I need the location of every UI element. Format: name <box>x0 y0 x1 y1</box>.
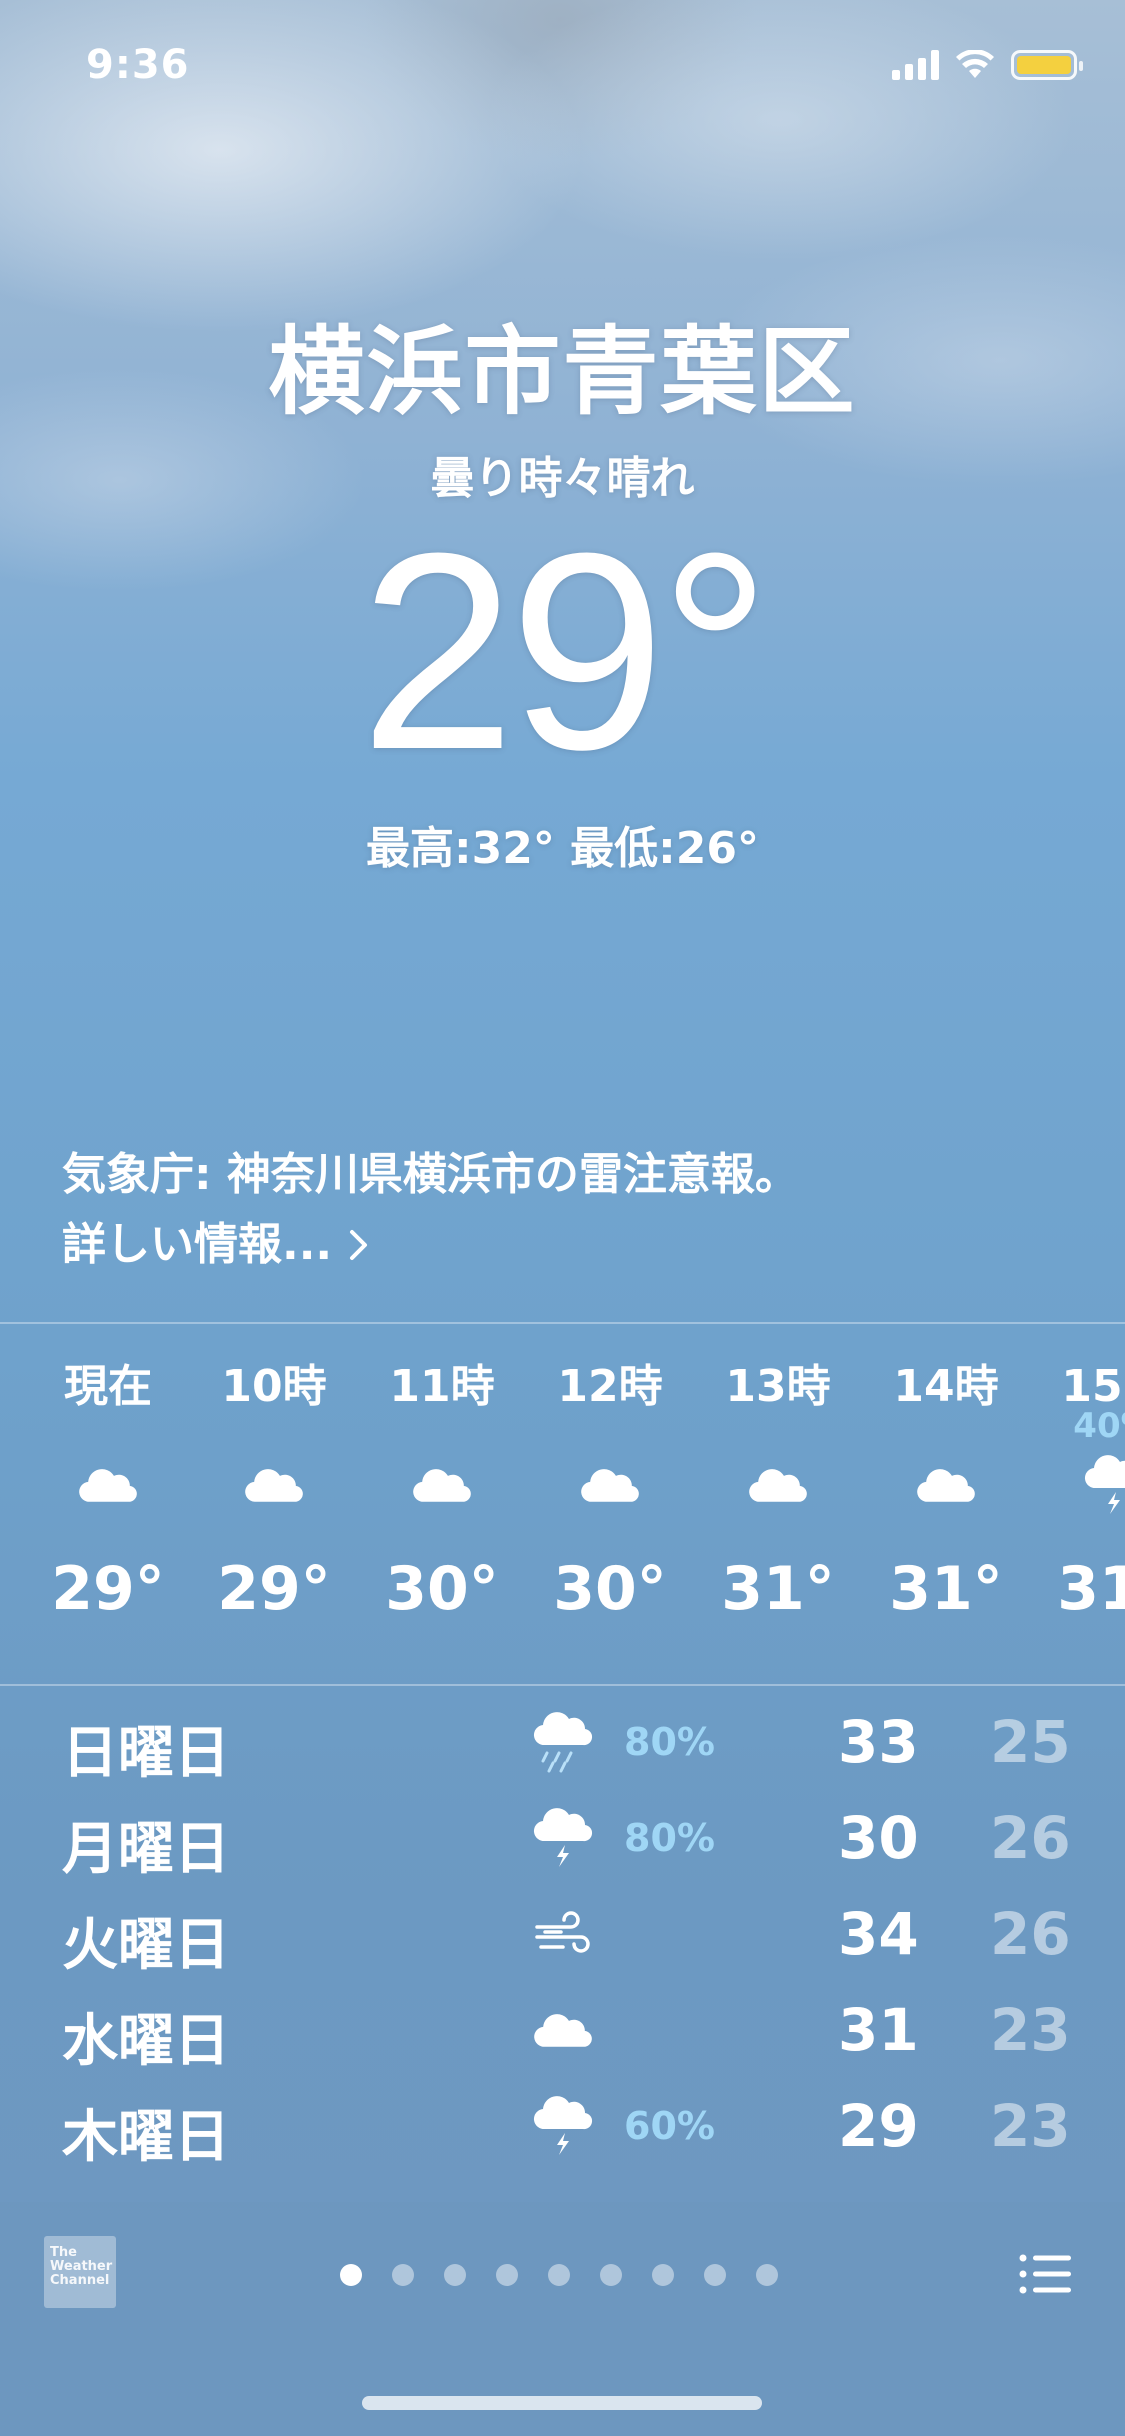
hour-label: 11時 <box>389 1361 495 1412</box>
hourly-item: 15時40% 31° <box>1030 1328 1125 1624</box>
current-temperature: 29° <box>359 495 771 808</box>
hourly-item: 現在 29° <box>24 1328 192 1624</box>
weather-channel-logo[interactable]: The Weather Channel <box>44 2236 116 2308</box>
thunderstorm-icon <box>528 1804 598 1874</box>
day-low: 23 <box>990 1996 1071 2064</box>
page-dot[interactable] <box>548 2264 570 2286</box>
hour-precipitation <box>24 1406 192 1446</box>
weather-alert[interactable]: 気象庁: 神奈川県横浜市の雷注意報。 詳しい情報... <box>62 1140 799 1280</box>
divider-top <box>0 1322 1125 1324</box>
day-high: 33 <box>838 1708 919 1776</box>
alert-text: 気象庁: 神奈川県横浜市の雷注意報。 <box>62 1149 799 1200</box>
cloud-icon <box>528 1996 598 2066</box>
hour-label: 14時 <box>893 1361 999 1412</box>
hour-label: 現在 <box>64 1361 152 1412</box>
current-weather: 横浜市青葉区 曇り時々晴れ 29° 最高:32° 最低:26° <box>0 316 1125 876</box>
daily-row: 水曜日 31 23 <box>0 1978 1125 2074</box>
page-dot[interactable] <box>704 2264 726 2286</box>
daily-row: 金曜日 <box>0 2170 1125 2202</box>
day-name: 火曜日 <box>62 1913 230 1978</box>
hour-temperature: 30° <box>385 1554 499 1624</box>
hour-precipitation <box>190 1406 358 1446</box>
thunderstorm-icon <box>528 2092 598 2162</box>
alert-more-label: 詳しい情報... <box>62 1219 333 1270</box>
day-name: 日曜日 <box>62 1721 230 1786</box>
day-name: 月曜日 <box>62 1817 230 1882</box>
page-dot[interactable] <box>444 2264 466 2286</box>
home-indicator[interactable] <box>362 2396 762 2410</box>
day-low: 25 <box>990 1708 1071 1776</box>
cloud-icon <box>862 1446 1030 1526</box>
hour-temperature: 29° <box>51 1554 165 1624</box>
day-name: 水曜日 <box>62 2009 230 2074</box>
page-dot[interactable] <box>392 2264 414 2286</box>
daily-row: 火曜日 34 26 <box>0 1882 1125 1978</box>
hour-precipitation: 40% <box>1073 1406 1125 1446</box>
cloud-icon <box>694 1446 862 1526</box>
hourly-forecast[interactable]: 現在29°10時29°11時30°12時30°13時31°14時31°15時40… <box>0 1328 1125 1684</box>
hour-precipitation <box>526 1406 694 1446</box>
hour-label: 13時 <box>725 1361 831 1412</box>
thunderstorm-icon <box>1030 1446 1125 1526</box>
day-low: 26 <box>990 1900 1071 1968</box>
hour-temperature: 30° <box>553 1554 667 1624</box>
wind-icon <box>528 1900 598 1970</box>
hour-label: 12時 <box>557 1361 663 1412</box>
cellular-signal-icon <box>892 50 939 80</box>
wifi-icon <box>956 50 994 78</box>
daily-row: 日曜日 80% 33 25 <box>0 1690 1125 1786</box>
cloud-icon <box>358 1446 526 1526</box>
battery-icon <box>1011 50 1083 80</box>
cloud-icon <box>526 1446 694 1526</box>
day-name: 木曜日 <box>62 2105 230 2170</box>
hour-label: 10時 <box>221 1361 327 1412</box>
alert-more-link[interactable]: 詳しい情報... <box>62 1210 799 1280</box>
chevron-right-icon <box>350 1230 368 1260</box>
daily-row: 月曜日 80% 30 26 <box>0 1786 1125 1882</box>
day-name: 金曜日 <box>62 2188 230 2202</box>
page-dot[interactable] <box>496 2264 518 2286</box>
list-icon[interactable] <box>1019 2252 1073 2296</box>
rain-icon <box>528 1708 598 1778</box>
page-dot[interactable] <box>340 2264 362 2286</box>
day-high: 34 <box>838 1900 919 1968</box>
hour-label: 15時 <box>1061 1361 1125 1412</box>
page-dot[interactable] <box>600 2264 622 2286</box>
day-precipitation: 80% <box>624 1720 715 1764</box>
divider-middle <box>0 1684 1125 1686</box>
hour-precipitation <box>358 1406 526 1446</box>
cloud-icon <box>190 1446 358 1526</box>
cloud-icon <box>24 1446 192 1526</box>
day-precipitation: 80% <box>624 1816 715 1860</box>
status-time: 9:36 <box>86 42 190 88</box>
hour-temperature: 31° <box>1057 1554 1125 1624</box>
hour-temperature: 31° <box>889 1554 1003 1624</box>
day-high: 31 <box>838 1996 919 2064</box>
day-low: 26 <box>990 1804 1071 1872</box>
cloud-icon <box>528 2188 598 2202</box>
day-precipitation: 60% <box>624 2104 715 2148</box>
hourly-item: 14時 31° <box>862 1328 1030 1624</box>
hour-precipitation <box>862 1406 1030 1446</box>
hour-temperature: 29° <box>217 1554 331 1624</box>
daily-row: 木曜日 60% 29 23 <box>0 2074 1125 2170</box>
high-low-temperature: 最高:32° 最低:26° <box>366 822 759 874</box>
city-name: 横浜市青葉区 <box>268 316 857 428</box>
day-low: 23 <box>990 2092 1071 2160</box>
page-indicator[interactable] <box>340 2264 778 2286</box>
status-icons <box>892 50 1083 80</box>
hourly-item: 13時 31° <box>694 1328 862 1624</box>
day-high: 29 <box>838 2092 919 2160</box>
hourly-item: 12時 30° <box>526 1328 694 1624</box>
daily-forecast[interactable]: 日曜日 80% 33 25 月曜日 80% 30 26 火曜日 34 26 水曜日 31 23 木曜日 60%… <box>0 1690 1125 2202</box>
hourly-item: 11時 30° <box>358 1328 526 1624</box>
status-bar: 9:36 <box>0 0 1125 140</box>
hourly-item: 10時 29° <box>190 1328 358 1624</box>
page-dot[interactable] <box>756 2264 778 2286</box>
day-high: 30 <box>838 1804 919 1872</box>
hour-precipitation <box>694 1406 862 1446</box>
hour-temperature: 31° <box>721 1554 835 1624</box>
page-dot[interactable] <box>652 2264 674 2286</box>
